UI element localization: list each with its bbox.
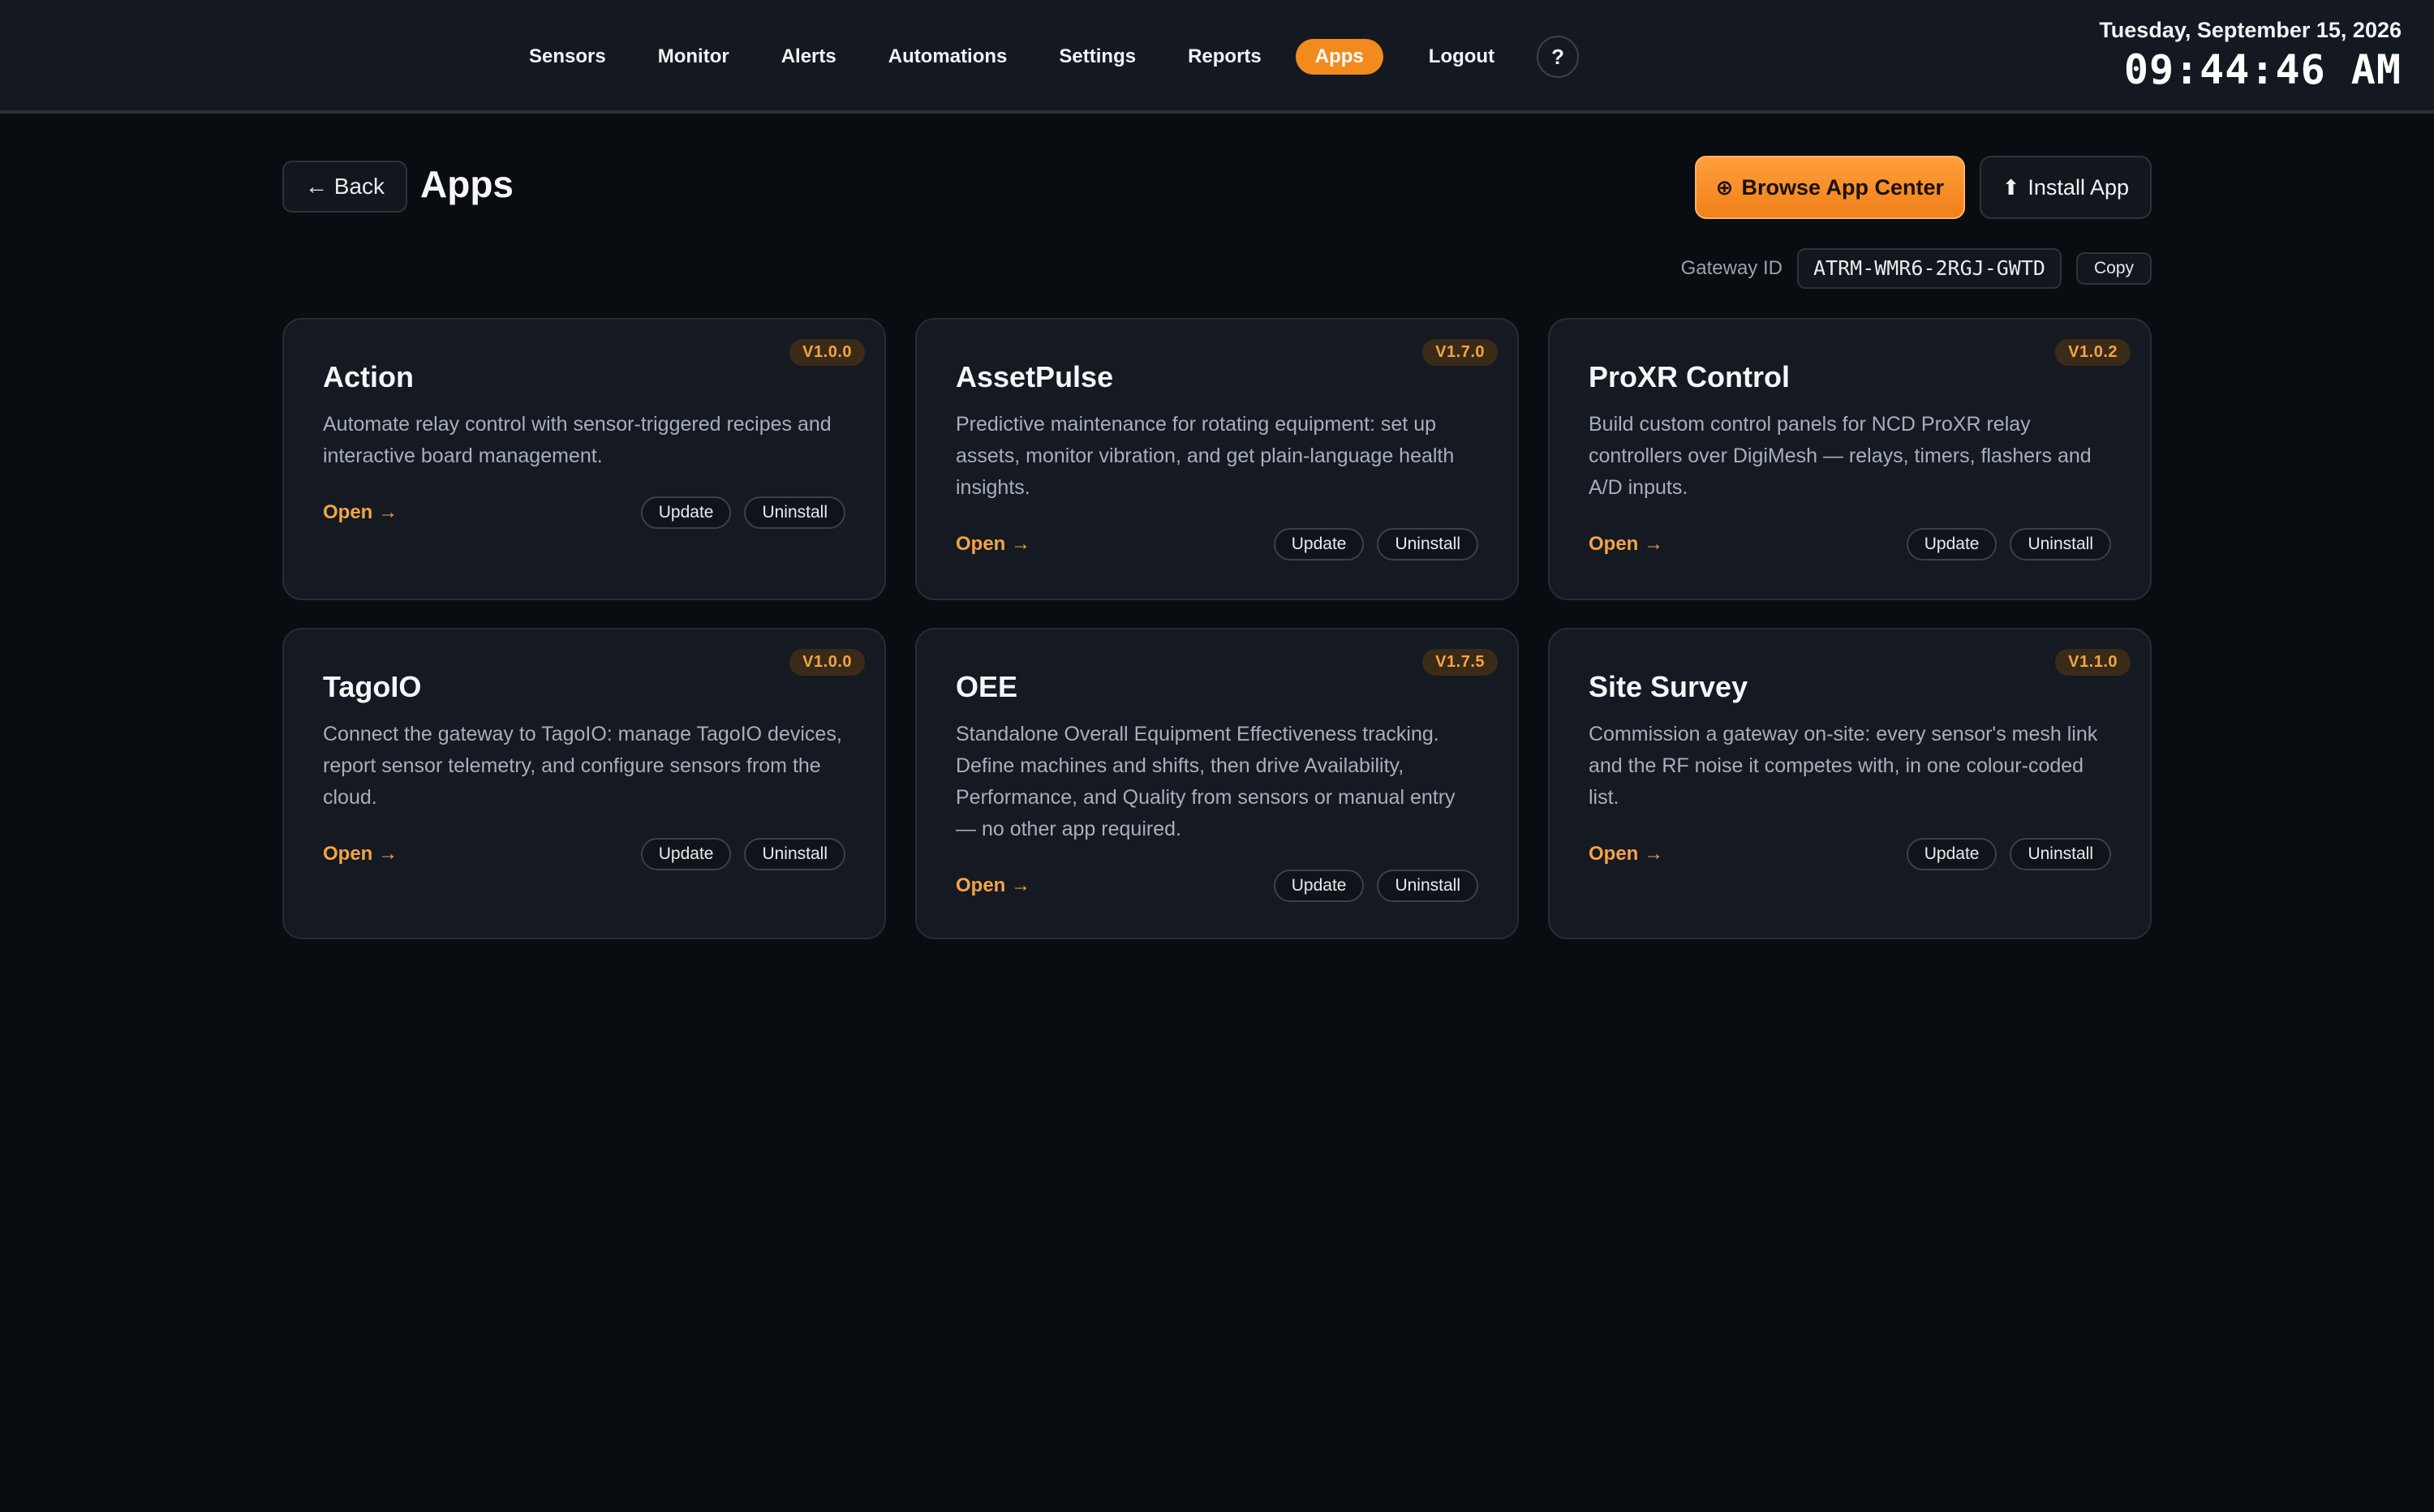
open-app-link[interactable]: Open → [956,533,1030,556]
open-app-link[interactable]: Open → [323,843,398,866]
gateway-id-value[interactable]: ATRM-WMR6-2RGJ-GWTD [1796,248,2062,289]
app-description: Commission a gateway on-site: every sens… [1589,723,2098,809]
gateway-id-row: Gateway ID ATRM-WMR6-2RGJ-GWTD Copy [1681,248,2152,289]
uninstall-button[interactable]: Uninstall [2010,838,2111,870]
install-app-button[interactable]: ⬆ Install App [1979,156,2152,219]
version-badge: V1.0.2 [2055,339,2131,366]
app-title: Action [323,360,414,393]
help-button[interactable]: ? [1537,36,1580,78]
app-actions: Open → Update Uninstall [1589,838,2111,870]
uninstall-button[interactable]: Uninstall [2010,528,2111,561]
clock: Tuesday, September 15, 2026 09:44:46 AM [2099,18,2402,93]
version-badge: V1.0.0 [789,649,865,676]
app-title: Site Survey [1589,670,1748,703]
uninstall-button[interactable]: Uninstall [744,838,845,870]
update-button[interactable]: Update [1273,870,1365,902]
app-card-tagoio: V1.0.0 TagoIO Connect the gateway to Tag… [282,628,886,939]
upload-arrow-icon: ⬆ [2002,174,2020,200]
app-card-proxr-control: V1.0.2 ProXR Control Build custom contro… [1548,318,2152,600]
app-title: TagoIO [323,670,422,703]
main-nav: Sensors Monitor Alerts Automations Setti… [503,34,1580,79]
clock-time: 09:44:46 AM [2123,46,2402,93]
clock-date: Tuesday, September 15, 2026 [2099,18,2402,42]
update-button[interactable]: Update [1906,528,1998,561]
version-badge: V1.0.0 [789,339,865,366]
app-card-assetpulse: V1.7.0 AssetPulse Predictive maintenance… [915,318,1519,600]
app-description: Automate relay control with sensor-trigg… [323,413,832,467]
copy-gateway-id-button[interactable]: Copy [2075,252,2152,285]
page-title: Apps [420,163,514,205]
nav-item-apps[interactable]: Apps [1295,39,1383,75]
version-badge: V1.1.0 [2055,649,2131,676]
app-title: AssetPulse [956,360,1114,393]
version-badge: V1.7.0 [1422,339,1498,366]
uninstall-button[interactable]: Uninstall [1377,870,1478,902]
nav-item-alerts[interactable]: Alerts [755,39,862,75]
app-title: OEE [956,670,1018,703]
apps-grid: V1.0.0 Action Automate relay control wit… [282,318,2152,939]
nav-item-reports[interactable]: Reports [1162,39,1288,75]
update-button[interactable]: Update [1273,528,1365,561]
open-app-link[interactable]: Open → [1589,533,1663,556]
app-description: Predictive maintenance for rotating equi… [956,413,1455,499]
install-app-label: Install App [2028,174,2129,200]
nav-item-settings[interactable]: Settings [1033,39,1162,75]
version-badge: V1.7.5 [1422,649,1498,676]
app-actions: Open → Update Uninstall [956,870,1478,902]
app-description: Standalone Overall Equipment Effectivene… [956,723,1456,840]
globe-plus-icon: ⊕ [1715,174,1734,200]
page-header: ← Back Apps ⊕ Browse App Center ⬆ Instal… [282,156,2152,221]
gateway-id-label: Gateway ID [1680,257,1782,279]
browse-app-center-label: Browse App Center [1741,174,1944,200]
app-title: ProXR Control [1589,360,1790,393]
nav-item-monitor[interactable]: Monitor [632,39,755,75]
nav-item-automations[interactable]: Automations [862,39,1034,75]
uninstall-button[interactable]: Uninstall [1377,528,1478,561]
open-app-link[interactable]: Open → [1589,843,1663,866]
app-description: Build custom control panels for NCD ProX… [1589,413,2092,499]
app-card-action: V1.0.0 Action Automate relay control wit… [282,318,886,600]
update-button[interactable]: Update [1906,838,1998,870]
browse-app-center-button[interactable]: ⊕ Browse App Center [1694,156,1965,219]
uninstall-button[interactable]: Uninstall [744,496,845,529]
nav-item-sensors[interactable]: Sensors [503,39,632,75]
update-button[interactable]: Update [640,496,732,529]
open-app-link[interactable]: Open → [956,874,1030,897]
app-actions: Open → Update Uninstall [1589,528,2111,561]
app-actions: Open → Update Uninstall [323,496,845,529]
app-actions: Open → Update Uninstall [956,528,1478,561]
app-description: Connect the gateway to TagoIO: manage Ta… [323,723,842,809]
app-card-oee: V1.7.5 OEE Standalone Overall Equipment … [915,628,1519,939]
open-app-link[interactable]: Open → [323,501,398,524]
app-actions: Open → Update Uninstall [323,838,845,870]
app-card-site-survey: V1.1.0 Site Survey Commission a gateway … [1548,628,2152,939]
update-button[interactable]: Update [640,838,732,870]
top-navigation-bar: Sensors Monitor Alerts Automations Setti… [0,0,2434,114]
back-button[interactable]: ← Back [282,161,408,213]
nav-item-logout[interactable]: Logout [1403,39,1520,75]
